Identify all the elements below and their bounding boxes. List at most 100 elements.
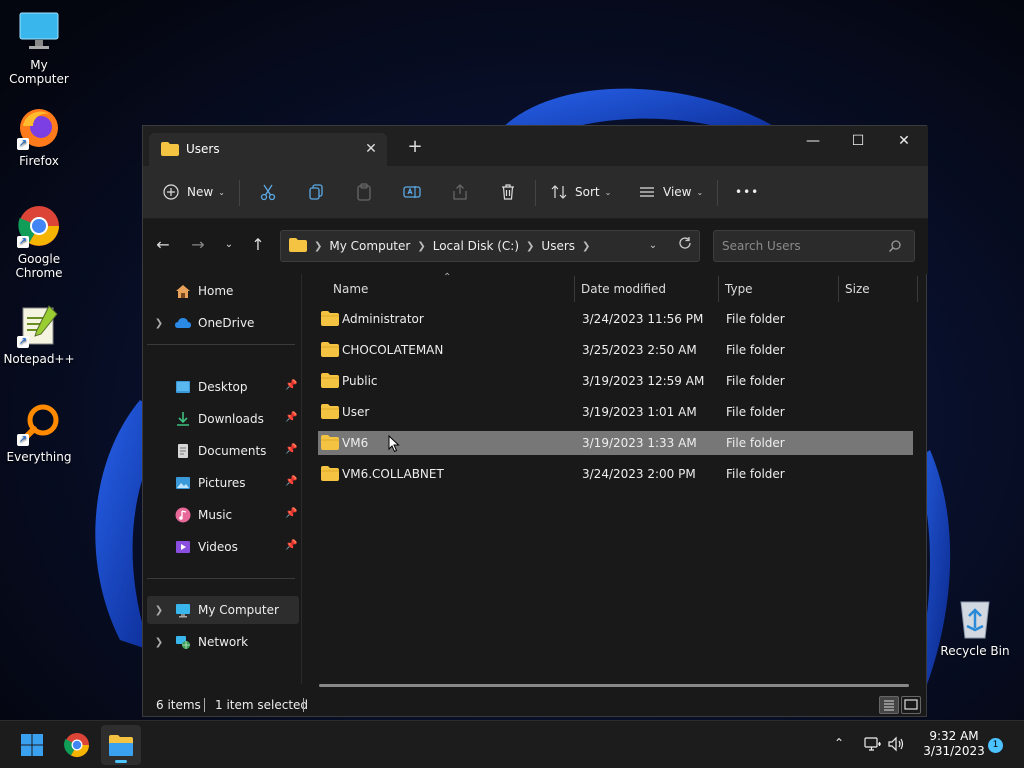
delete-button[interactable] (499, 178, 517, 206)
rename-button[interactable] (403, 178, 421, 206)
table-row[interactable]: Administrator 3/24/2023 11:56 PM File fo… (318, 307, 913, 331)
sidebar-item-pictures[interactable]: Pictures 📌 (147, 469, 299, 497)
up-button[interactable]: ↑ (246, 233, 270, 257)
tab-close-icon[interactable]: ✕ (361, 139, 381, 159)
notification-badge[interactable]: 1 (988, 738, 1003, 753)
desktop-icon-everything[interactable]: ↗ Everything (1, 402, 77, 464)
pin-icon[interactable]: 📌 (285, 476, 297, 487)
refresh-icon[interactable] (675, 236, 695, 256)
large-icons-view-icon (904, 699, 918, 710)
copy-button[interactable] (307, 178, 325, 206)
new-tab-button[interactable]: + (405, 138, 425, 158)
taskbar-chrome[interactable] (57, 725, 97, 765)
sidebar-item-desktop[interactable]: Desktop 📌 (147, 373, 299, 401)
pin-icon[interactable]: 📌 (285, 444, 297, 455)
chevron-right-icon[interactable]: ❯ (153, 605, 165, 616)
close-button[interactable]: ✕ (881, 126, 927, 156)
file-type: File folder (726, 467, 785, 481)
file-name: VM6 (342, 436, 369, 450)
search-icon[interactable] (888, 239, 902, 256)
desktop-icon-firefox[interactable]: ↗ Firefox (1, 106, 77, 168)
large-icons-view-button[interactable] (901, 696, 921, 714)
file-date: 3/25/2023 2:50 AM (582, 343, 697, 357)
pin-icon[interactable]: 📌 (285, 412, 297, 423)
breadcrumb-chevron-icon[interactable]: ❯ (314, 241, 322, 252)
desktop-icon-chrome[interactable]: ↗ Google Chrome (1, 204, 77, 280)
column-divider[interactable] (718, 276, 719, 302)
status-separator (303, 698, 304, 712)
column-header-name[interactable]: Name (333, 274, 573, 304)
paste-button[interactable] (355, 178, 373, 206)
sidebar-item-downloads[interactable]: Downloads 📌 (147, 405, 299, 433)
desktop-icon-recycle-bin[interactable]: Recycle Bin (937, 596, 1013, 658)
title-bar[interactable]: Users ✕ + — ☐ ✕ (143, 126, 928, 166)
search-box[interactable] (713, 230, 915, 262)
sidebar-item-onedrive[interactable]: ❯ OneDrive (147, 309, 299, 337)
chevron-right-icon[interactable]: ❯ (153, 318, 165, 329)
recent-locations-button[interactable]: ⌄ (217, 233, 241, 257)
address-dropdown-icon[interactable]: ⌄ (643, 236, 663, 256)
sidebar-item-videos[interactable]: Videos 📌 (147, 533, 299, 561)
column-header-size[interactable]: Size (845, 274, 915, 304)
tab-users[interactable]: Users ✕ (149, 133, 387, 166)
sidebar-item-home[interactable]: Home (147, 277, 299, 305)
more-options-button[interactable]: ••• (735, 178, 759, 206)
chevron-right-icon[interactable]: ❯ (153, 637, 165, 648)
desktop-icon-notepadpp[interactable]: ↗ Notepad++ (1, 304, 77, 366)
forward-button[interactable]: → (186, 233, 210, 257)
downloads-icon (175, 411, 191, 427)
breadcrumb-chevron-icon[interactable]: ❯ (582, 241, 590, 252)
table-row[interactable]: VM6 3/19/2023 1:33 AM File folder (318, 431, 913, 455)
table-row[interactable]: Public 3/19/2023 12:59 AM File folder (318, 369, 913, 393)
back-button[interactable]: ← (151, 233, 175, 257)
volume-icon[interactable] (888, 736, 906, 756)
breadcrumb-chevron-icon[interactable]: ❯ (417, 241, 425, 252)
taskbar: ⌃ 9:32 AM 3/31/2023 1 (0, 720, 1024, 768)
taskbar-file-explorer[interactable] (101, 725, 141, 765)
pin-icon[interactable]: 📌 (285, 540, 297, 551)
tab-title: Users (186, 142, 220, 156)
breadcrumb-users[interactable]: Users (541, 239, 575, 253)
start-button[interactable] (12, 725, 52, 765)
file-date: 3/19/2023 1:01 AM (582, 405, 697, 419)
pin-icon[interactable]: 📌 (285, 508, 297, 519)
folder-icon (321, 373, 339, 391)
music-icon (175, 507, 191, 523)
windows-logo-icon (21, 734, 43, 756)
sort-button[interactable]: Sort ⌄ (551, 178, 611, 206)
desktop-icon-my-computer[interactable]: My Computer (1, 10, 77, 86)
breadcrumb-chevron-icon[interactable]: ❯ (526, 241, 534, 252)
pane-splitter[interactable] (301, 274, 302, 684)
column-divider[interactable] (838, 276, 839, 302)
column-header-type[interactable]: Type (725, 274, 837, 304)
share-button[interactable] (451, 178, 469, 206)
maximize-button[interactable]: ☐ (835, 126, 881, 156)
pin-icon[interactable]: 📌 (285, 380, 297, 391)
file-name: Administrator (342, 312, 424, 326)
breadcrumb-my-computer[interactable]: My Computer (329, 239, 410, 253)
address-bar[interactable]: ❯ My Computer ❯ Local Disk (C:) ❯ Users … (280, 230, 700, 262)
column-header-date-modified[interactable]: Date modified (581, 274, 717, 304)
sidebar-item-music[interactable]: Music 📌 (147, 501, 299, 529)
sidebar-item-my-computer[interactable]: ❯ My Computer (147, 596, 299, 624)
search-input[interactable] (722, 231, 882, 261)
table-row[interactable]: VM6.COLLABNET 3/24/2023 2:00 PM File fol… (318, 462, 913, 486)
chevron-up-icon[interactable]: ⌃ (834, 736, 844, 750)
minimize-button[interactable]: — (790, 126, 836, 156)
horizontal-scrollbar[interactable] (319, 684, 909, 687)
sidebar-item-documents[interactable]: Documents 📌 (147, 437, 299, 465)
network-status-icon[interactable] (864, 736, 882, 756)
column-divider[interactable] (574, 276, 575, 302)
new-button[interactable]: New ⌄ (163, 178, 225, 206)
breadcrumb-local-disk[interactable]: Local Disk (C:) (433, 239, 519, 253)
column-divider[interactable] (917, 276, 918, 302)
sidebar-item-network[interactable]: ❯ Network (147, 628, 299, 656)
cut-button[interactable] (259, 178, 277, 206)
details-view-button[interactable] (879, 696, 899, 714)
table-row[interactable]: User 3/19/2023 1:01 AM File folder (318, 400, 913, 424)
breadcrumb: ❯ My Computer ❯ Local Disk (C:) ❯ Users … (289, 231, 597, 261)
copy-icon (307, 183, 325, 201)
file-explorer-window[interactable]: Users ✕ + — ☐ ✕ New ⌄ Sort ⌄ View ⌄ ••• … (142, 125, 928, 717)
table-row[interactable]: CHOCOLATEMAN 3/25/2023 2:50 AM File fold… (318, 338, 913, 362)
view-button[interactable]: View ⌄ (639, 178, 703, 206)
